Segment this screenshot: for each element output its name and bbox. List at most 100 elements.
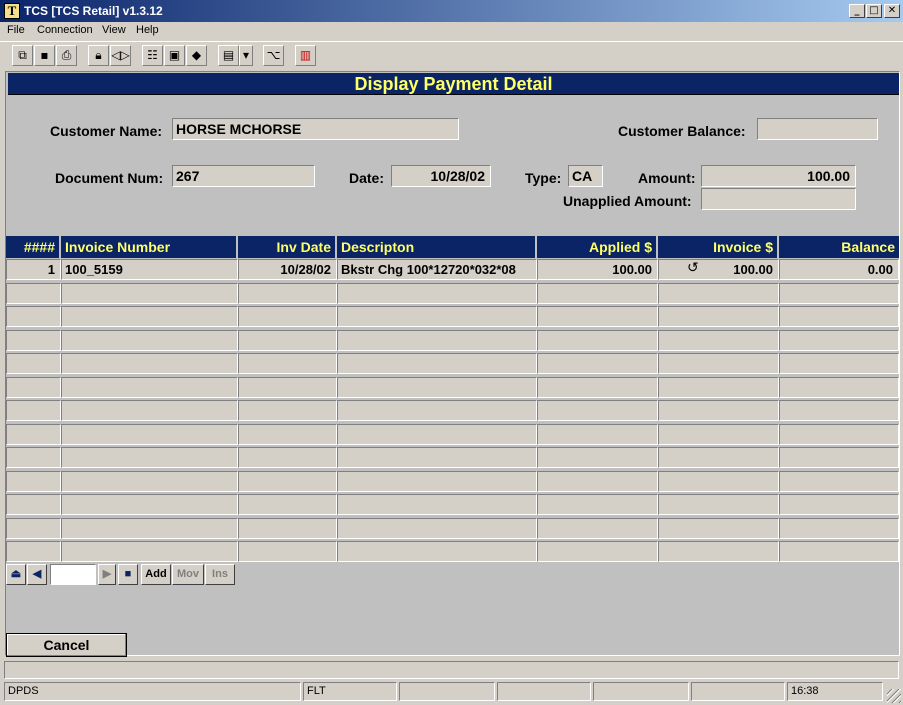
column-header-invoice-amount[interactable]: Invoice $	[658, 236, 779, 258]
table-row[interactable]	[6, 399, 899, 423]
table-cell[interactable]	[537, 423, 658, 445]
menu-connection[interactable]: Connection	[37, 24, 93, 36]
table-row[interactable]	[6, 470, 899, 494]
table-cell[interactable]	[658, 353, 779, 374]
table-cell[interactable]	[779, 306, 899, 327]
table-cell[interactable]	[537, 541, 658, 562]
table-cell[interactable]	[6, 541, 61, 562]
minimize-button[interactable]: _	[849, 4, 865, 18]
cell-description[interactable]: Bkstr Chg 100*12720*032*08	[337, 259, 537, 280]
table-cell[interactable]	[6, 400, 61, 421]
table-cell[interactable]	[6, 423, 61, 445]
window-list-icon[interactable]: ▤	[218, 45, 239, 66]
table-cell[interactable]	[61, 306, 238, 327]
table-cell[interactable]	[658, 447, 779, 468]
table-cell[interactable]	[6, 329, 61, 351]
customer-name-field[interactable]: HORSE MCHORSE	[172, 118, 459, 140]
table-row[interactable]	[6, 540, 899, 564]
table-cell[interactable]	[537, 353, 658, 374]
table-row[interactable]	[6, 517, 899, 541]
table-cell[interactable]	[6, 306, 61, 327]
column-header-invoice-number[interactable]: Invoice Number	[61, 236, 238, 258]
table-cell[interactable]	[658, 400, 779, 421]
app-icon[interactable]: T	[4, 3, 20, 19]
table-cell[interactable]	[779, 470, 899, 492]
table-row[interactable]	[6, 493, 899, 517]
column-header-num[interactable]: ####	[6, 236, 61, 258]
table-cell[interactable]	[537, 282, 658, 304]
table-cell[interactable]	[61, 423, 238, 445]
table-cell[interactable]	[337, 447, 537, 468]
table-cell[interactable]	[6, 517, 61, 539]
table-row[interactable]	[6, 305, 899, 329]
table-cell[interactable]	[537, 329, 658, 351]
unapplied-amount-field[interactable]	[701, 188, 856, 210]
table-cell[interactable]	[537, 306, 658, 327]
table-cell[interactable]	[537, 470, 658, 492]
first-record-icon[interactable]: ⏏	[6, 564, 26, 585]
table-cell[interactable]	[337, 470, 537, 492]
table-cell[interactable]	[238, 447, 337, 468]
table-cell[interactable]	[779, 353, 899, 374]
table-cell[interactable]	[61, 329, 238, 351]
table-cell[interactable]	[337, 329, 537, 351]
table-row[interactable]	[6, 352, 899, 376]
table-cell[interactable]	[779, 447, 899, 468]
insert-button[interactable]: Ins	[205, 564, 235, 585]
add-button[interactable]: Add	[141, 564, 171, 585]
cell-balance[interactable]: 0.00	[779, 259, 899, 280]
table-cell[interactable]	[238, 517, 337, 539]
table-cell[interactable]	[658, 541, 779, 562]
cell-invoice-number[interactable]: 100_5159	[61, 259, 238, 280]
table-cell[interactable]	[658, 329, 779, 351]
menu-view[interactable]: View	[102, 24, 126, 36]
table-cell[interactable]	[658, 282, 779, 304]
table-cell[interactable]	[537, 447, 658, 468]
menu-help[interactable]: Help	[136, 24, 159, 36]
customer-balance-field[interactable]	[757, 118, 878, 140]
column-header-inv-date[interactable]: Inv Date	[238, 236, 337, 258]
table-cell[interactable]	[337, 400, 537, 421]
table-cell[interactable]	[61, 282, 238, 304]
audio-icon[interactable]: ◁▷	[110, 45, 131, 66]
prev-record-icon[interactable]: ◀	[27, 564, 47, 585]
table-cell[interactable]	[337, 541, 537, 562]
table-cell[interactable]	[6, 447, 61, 468]
table-cell[interactable]	[779, 376, 899, 398]
table-cell[interactable]	[6, 282, 61, 304]
table-cell[interactable]	[337, 376, 537, 398]
table-cell[interactable]	[6, 494, 61, 515]
table-row[interactable]	[6, 376, 899, 400]
print-icon[interactable]: ⎙	[56, 45, 77, 66]
tree-icon[interactable]: ⌥	[263, 45, 284, 66]
cell-applied[interactable]: 100.00	[537, 259, 658, 280]
table-cell[interactable]	[779, 282, 899, 304]
table-cell[interactable]	[238, 470, 337, 492]
table-cell[interactable]	[238, 376, 337, 398]
table-cell[interactable]	[537, 400, 658, 421]
amount-field[interactable]: 100.00	[701, 165, 856, 187]
lock-icon[interactable]: 🔒︎	[88, 45, 109, 66]
record-position-input[interactable]	[50, 564, 96, 585]
properties-icon[interactable]: ☷	[142, 45, 163, 66]
document-num-field[interactable]: 267	[172, 165, 315, 187]
table-cell[interactable]	[238, 400, 337, 421]
table-cell[interactable]	[658, 423, 779, 445]
table-cell[interactable]	[658, 376, 779, 398]
table-cell[interactable]	[61, 470, 238, 492]
table-cell[interactable]	[779, 423, 899, 445]
table-cell[interactable]	[337, 282, 537, 304]
close-button[interactable]: ✕	[884, 4, 900, 18]
table-cell[interactable]	[337, 494, 537, 515]
table-row[interactable]	[6, 329, 899, 353]
table-cell[interactable]	[337, 353, 537, 374]
cell-invoice-amount[interactable]: ↺ 100.00	[658, 259, 779, 280]
table-cell[interactable]	[337, 306, 537, 327]
table-cell[interactable]	[6, 470, 61, 492]
table-cell[interactable]	[658, 517, 779, 539]
dropdown-arrow-icon[interactable]: ▾	[239, 45, 253, 66]
next-record-icon[interactable]: ▶	[98, 564, 116, 585]
table-cell[interactable]	[779, 329, 899, 351]
table-cell[interactable]	[61, 517, 238, 539]
resize-grip[interactable]	[887, 689, 901, 703]
